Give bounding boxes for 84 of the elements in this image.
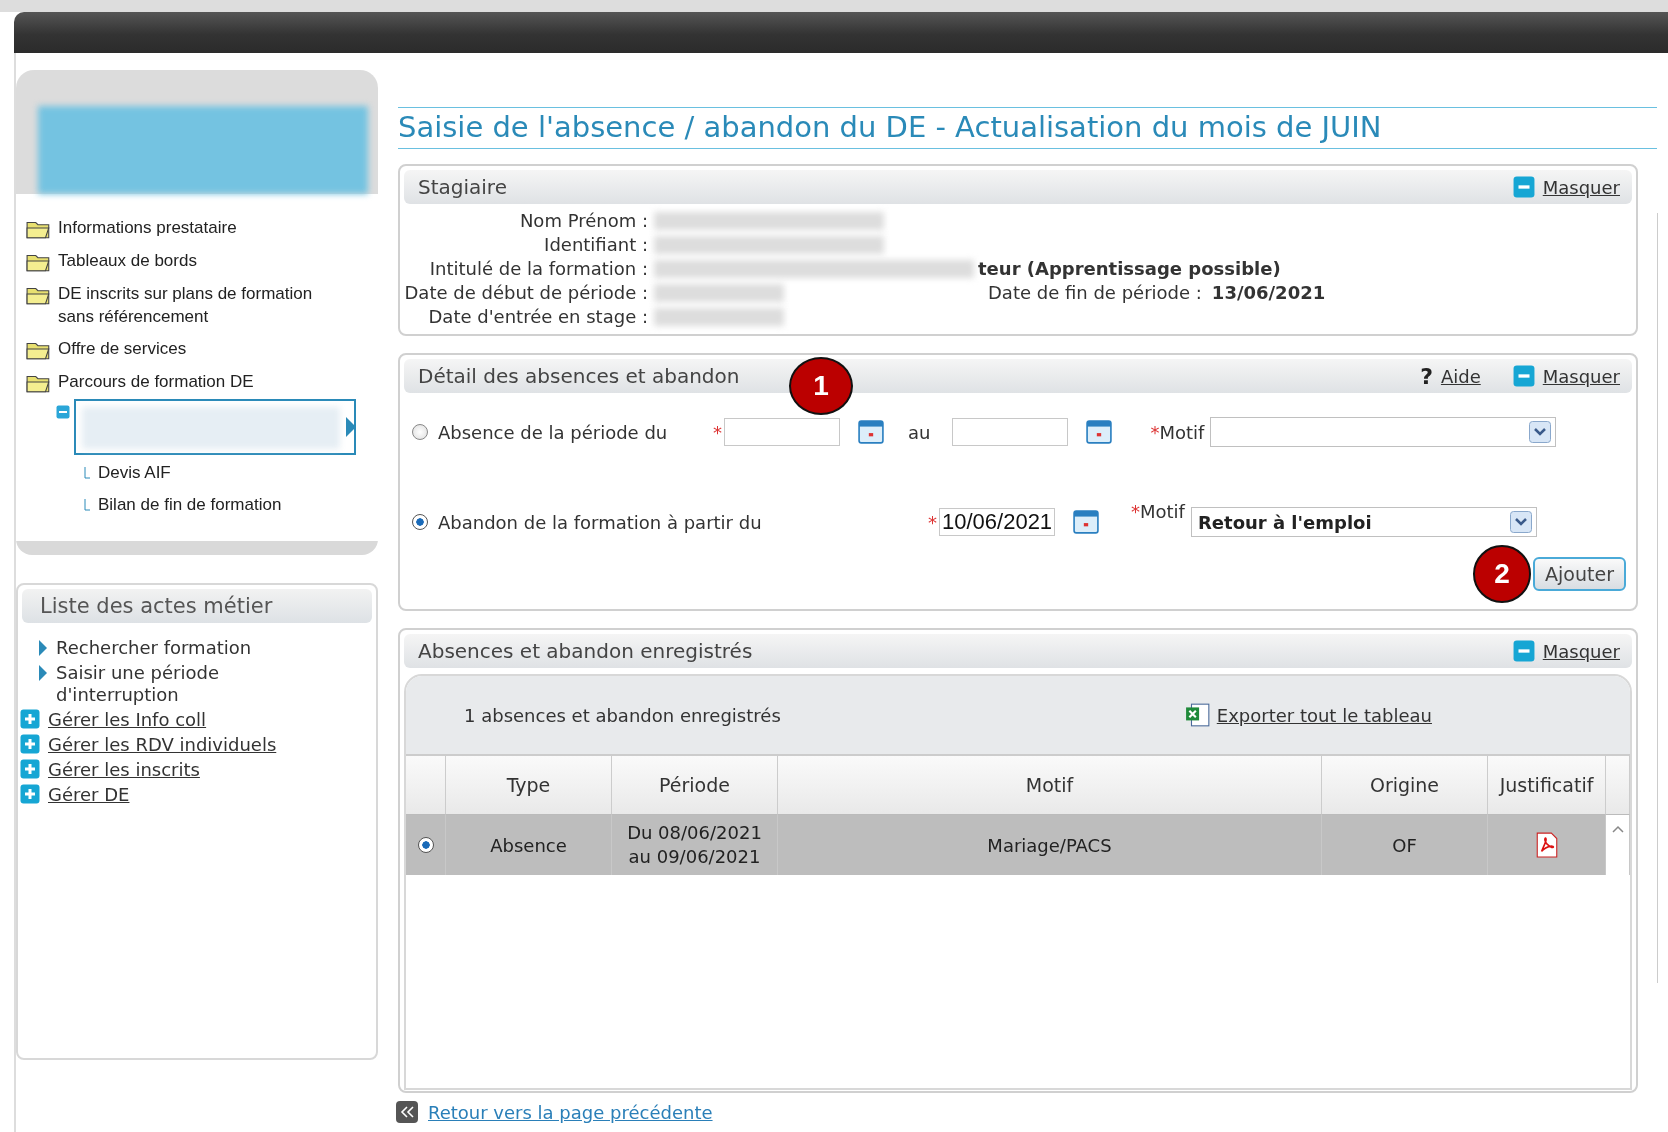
hide-link[interactable]: Masquer bbox=[1542, 640, 1620, 662]
field-label: Identifiant : bbox=[543, 234, 649, 256]
field-label: Date d'entrée en stage : bbox=[427, 306, 649, 328]
field-label: Intitulé de la formation : bbox=[428, 258, 649, 280]
action-link[interactable]: Gérer les Info coll bbox=[48, 709, 207, 731]
redacted-tree-item[interactable] bbox=[74, 399, 356, 455]
date-field[interactable]: 10/06/2021 bbox=[939, 508, 1055, 536]
tree-branch-icon bbox=[84, 499, 90, 511]
arrow-icon bbox=[38, 640, 48, 656]
collapse-icon[interactable] bbox=[1512, 176, 1535, 198]
radio-button[interactable] bbox=[412, 514, 428, 530]
table-cell: Absence bbox=[446, 815, 612, 875]
help-link[interactable]: Aide bbox=[1440, 365, 1481, 387]
back-link[interactable]: Retour vers la page précédente bbox=[428, 1101, 713, 1123]
tree-item[interactable]: Bilan de fin de formation bbox=[98, 495, 282, 515]
plus-icon[interactable] bbox=[20, 759, 40, 779]
field-label: Nom Prénom : bbox=[518, 210, 649, 232]
table-cell: OF bbox=[1322, 815, 1488, 875]
step-badge: 1 bbox=[789, 357, 853, 415]
field-value: teur (Apprentissage possible) bbox=[978, 258, 1281, 280]
plus-icon[interactable] bbox=[20, 784, 40, 804]
hide-link[interactable]: Masquer bbox=[1542, 365, 1620, 387]
column-header[interactable]: Origine bbox=[1322, 756, 1488, 815]
tree-item[interactable]: Parcours de formation DE bbox=[58, 370, 254, 393]
action-link[interactable]: Gérer DE bbox=[48, 784, 130, 806]
radio-button[interactable] bbox=[412, 424, 428, 440]
date-field[interactable] bbox=[952, 418, 1069, 446]
motif-dropdown[interactable]: Retour à l'emploi bbox=[1190, 507, 1537, 537]
collapse-icon[interactable] bbox=[1512, 365, 1535, 387]
collapse-icon[interactable] bbox=[1512, 640, 1535, 662]
column-header[interactable]: Période bbox=[612, 756, 778, 815]
hide-link[interactable]: Masquer bbox=[1542, 176, 1620, 198]
plus-icon[interactable] bbox=[20, 734, 40, 754]
step-badge: 2 bbox=[1473, 545, 1532, 603]
field-label: au bbox=[908, 421, 931, 443]
tree-item[interactable]: Offre de services bbox=[58, 337, 187, 360]
option-label: Absence de la période du bbox=[438, 421, 669, 443]
tree-item[interactable]: Informations prestataire bbox=[58, 216, 237, 239]
record-count: 1 absences et abandon enregistrés bbox=[464, 704, 781, 726]
arrow-icon bbox=[346, 417, 356, 437]
calendar-icon[interactable] bbox=[1086, 420, 1113, 444]
tree-branch-icon bbox=[84, 467, 90, 479]
page-title: Saisie de l'absence / abandon du DE - Actualisation du mois de JUIN bbox=[398, 107, 1657, 149]
pdf-icon[interactable] bbox=[1534, 832, 1559, 858]
table-cell: Du 08/06/2021 au 09/06/2021 bbox=[612, 815, 778, 875]
radio-button[interactable] bbox=[417, 837, 434, 853]
column-header[interactable]: Justificatif bbox=[1488, 756, 1606, 815]
export-link[interactable]: Exporter tout le tableau bbox=[1216, 704, 1432, 726]
action-link[interactable]: Saisir une période d'interruption bbox=[56, 662, 276, 706]
option-label: Abandon de la formation à partir du bbox=[438, 511, 763, 533]
calendar-icon[interactable] bbox=[858, 420, 884, 444]
column-header[interactable]: Type bbox=[446, 756, 612, 815]
field-label: Date de début de période : bbox=[404, 282, 649, 304]
field-label: Date de fin de période : bbox=[988, 282, 1202, 304]
tree-item[interactable]: Devis AIF bbox=[98, 463, 171, 483]
scroll-up-icon[interactable] bbox=[1611, 825, 1624, 833]
required-mark: * bbox=[713, 421, 722, 443]
plus-icon[interactable] bbox=[20, 709, 40, 729]
action-link[interactable]: Gérer les inscrits bbox=[48, 759, 200, 781]
calendar-icon[interactable] bbox=[1073, 510, 1099, 534]
spreadsheet-icon[interactable] bbox=[1184, 702, 1211, 728]
motif-dropdown[interactable] bbox=[1210, 417, 1557, 447]
required-mark: * bbox=[1150, 421, 1160, 443]
add-button[interactable]: Ajouter bbox=[1533, 557, 1626, 591]
tree-item[interactable]: Tableaux de bords bbox=[58, 249, 197, 272]
action-link[interactable]: Gérer les RDV individuels bbox=[48, 734, 277, 756]
section-title: Stagiaire bbox=[418, 175, 507, 199]
date-field[interactable] bbox=[724, 418, 840, 446]
field-label: Motif bbox=[1140, 501, 1185, 522]
section-title: Détail des absences et abandon bbox=[418, 364, 740, 388]
tree-item[interactable]: DE inscrits sur plans de formation sans référencement bbox=[58, 282, 348, 328]
action-link[interactable]: Rechercher formation bbox=[56, 637, 252, 659]
required-mark: * bbox=[928, 511, 937, 533]
help-icon[interactable]: ? bbox=[1420, 363, 1433, 389]
collapse-icon[interactable] bbox=[56, 405, 70, 419]
section-title: Absences et abandon enregistrés bbox=[418, 639, 753, 663]
table-cell: Mariage/PACS bbox=[778, 815, 1322, 875]
arrow-icon bbox=[38, 665, 48, 681]
back-icon[interactable] bbox=[396, 1101, 418, 1123]
field-value: 13/06/2021 bbox=[1211, 282, 1326, 304]
panel-title: Liste des actes métier bbox=[22, 589, 372, 623]
column-header[interactable]: Motif bbox=[778, 756, 1322, 815]
required-mark: * bbox=[1131, 501, 1140, 522]
field-label: Motif bbox=[1159, 421, 1205, 443]
